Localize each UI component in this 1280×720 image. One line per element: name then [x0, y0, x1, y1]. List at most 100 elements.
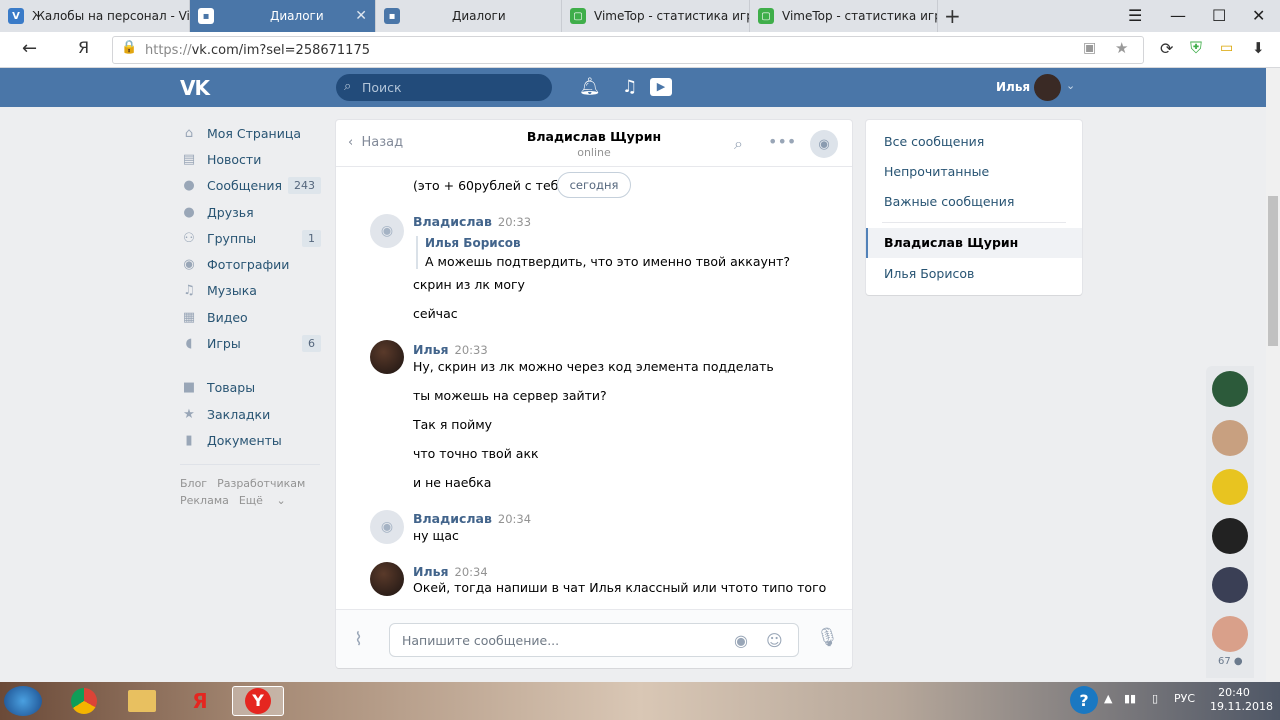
messages-icon: ●: [183, 178, 195, 194]
documents-icon: ▮: [185, 432, 193, 448]
star-icon[interactable]: ★: [1115, 39, 1128, 57]
message-author[interactable]: Владислав 20:33: [413, 214, 531, 229]
vk-header: VK ⌕ Поиск 🔔︎ ♫ ▶ Илья ⌄: [0, 68, 1266, 107]
chevron-down-icon[interactable]: ⌄: [1066, 79, 1075, 92]
close-tab-icon[interactable]: ✕: [355, 8, 367, 24]
chat-avatar[interactable]: [1212, 371, 1248, 407]
message-text: Так я пойму: [413, 417, 493, 432]
filter-all-messages[interactable]: Все сообщения: [884, 134, 984, 149]
url-field[interactable]: 🔒 https://vk.com/im?sel=258671175 ▣ ★: [112, 36, 1144, 64]
search-input[interactable]: ⌕ Поиск: [336, 74, 552, 101]
yandex-browser-icon[interactable]: Y: [232, 686, 284, 716]
scrollbar-thumb[interactable]: [1268, 196, 1278, 346]
message-text: ну щас: [413, 528, 459, 543]
day-badge[interactable]: сегодня: [557, 172, 631, 198]
vk-logo[interactable]: VK: [180, 76, 210, 100]
microphone-icon[interactable]: 🎙︎: [816, 627, 839, 648]
footer-link-blog[interactable]: Блог: [180, 477, 207, 490]
camera-icon[interactable]: ◉: [734, 631, 748, 650]
messages-count-badge: 243: [288, 177, 321, 195]
menu-item-bookmarks[interactable]: ★ Закладки: [180, 401, 325, 427]
messages-filter-panel: Все сообщения Непрочитанные Важные сообщ…: [866, 120, 1082, 295]
groups-icon: ⚇: [183, 230, 195, 246]
minimize-icon[interactable]: —: [1170, 6, 1186, 25]
tab-vimetop-1[interactable]: ▢ VimeTop - статистика игрок: [562, 0, 750, 32]
menu-item-groups[interactable]: ⚇ Группы 1: [180, 225, 325, 251]
camera-icon[interactable]: ◉: [810, 130, 838, 158]
dialog-item-selected[interactable]: Владислав Щурин: [866, 228, 1082, 258]
chats-count[interactable]: 67 ●: [1218, 656, 1243, 667]
dialog-item-ilya[interactable]: Илья Борисов: [884, 266, 974, 281]
smile-icon[interactable]: ☺: [766, 631, 783, 650]
tab-dialogs-active[interactable]: ▪ Диалоги ✕: [190, 0, 376, 32]
signal-icon[interactable]: ▮▮: [1124, 692, 1136, 705]
more-options-icon[interactable]: •••: [768, 132, 796, 151]
bell-icon[interactable]: 🔔︎: [579, 77, 601, 97]
battery-icon[interactable]: ▭: [1220, 40, 1233, 56]
friends-icon: ●: [183, 204, 195, 220]
tray-expand-icon[interactable]: ▲: [1104, 692, 1112, 705]
tab-vimetop-2[interactable]: ▢ VimeTop - статистика игрок: [750, 0, 938, 32]
attach-icon[interactable]: ⌇: [354, 629, 363, 650]
yandex-icon[interactable]: Я: [178, 686, 222, 716]
lock-icon[interactable]: ▣: [1083, 40, 1096, 56]
site-info-icon[interactable]: 🔒: [121, 40, 137, 55]
play-icon[interactable]: ▶: [650, 78, 672, 96]
menu-item-market[interactable]: ■ Товары: [180, 375, 325, 401]
chat-avatar[interactable]: [1212, 420, 1248, 456]
music-note-icon[interactable]: ♫: [622, 77, 637, 97]
message-text: что точно твой акк: [413, 446, 539, 461]
message-input[interactable]: Напишите сообщение... ◉ ☺: [389, 623, 799, 657]
menu-item-news[interactable]: ▤ Новости: [180, 146, 325, 172]
message-author[interactable]: Владислав 20:34: [413, 511, 531, 526]
search-icon[interactable]: ⌕: [734, 134, 743, 154]
menu-item-friends[interactable]: ● Друзья: [180, 199, 325, 225]
chat-avatar[interactable]: [1212, 518, 1248, 554]
menu-item-messages[interactable]: ● Сообщения 243: [180, 173, 325, 199]
divider: [882, 222, 1066, 223]
chat-avatar[interactable]: [1212, 469, 1248, 505]
footer-link-developers[interactable]: Разработчикам: [217, 477, 305, 490]
menu-item-my-page[interactable]: ⌂ Моя Страница: [180, 120, 325, 146]
close-window-icon[interactable]: ✕: [1252, 6, 1265, 25]
camera-avatar-icon[interactable]: ◉: [370, 214, 404, 248]
menu-item-video[interactable]: ▦ Видео: [180, 304, 325, 330]
home-icon: ⌂: [184, 125, 194, 141]
menu-item-games[interactable]: ◖ Игры 6: [180, 330, 325, 356]
message-author[interactable]: Илья 20:34: [413, 564, 488, 579]
games-count-badge: 6: [302, 335, 321, 353]
chat-avatar[interactable]: [1212, 567, 1248, 603]
footer-link-more[interactable]: Ещё ⌄: [239, 494, 286, 507]
sync-icon[interactable]: ⟳: [1160, 39, 1173, 58]
filter-unread[interactable]: Непрочитанные: [884, 164, 989, 179]
footer-link-ads[interactable]: Реклама: [180, 494, 229, 507]
help-icon[interactable]: ?: [1070, 686, 1098, 714]
start-button-icon[interactable]: [4, 686, 42, 716]
menu-item-documents[interactable]: ▮ Документы: [180, 427, 325, 453]
filter-important[interactable]: Важные сообщения: [884, 194, 1014, 209]
avatar[interactable]: [370, 340, 404, 374]
chat-avatar[interactable]: [1212, 616, 1248, 652]
chrome-icon[interactable]: [62, 686, 106, 716]
avatar[interactable]: [370, 562, 404, 596]
explorer-folder-icon[interactable]: [120, 686, 164, 716]
menu-item-photos[interactable]: ◉ Фотографии: [180, 251, 325, 277]
battery-icon[interactable]: ▯: [1152, 692, 1158, 705]
yandex-icon[interactable]: Я: [78, 38, 89, 57]
tab-complaints[interactable]: V Жалобы на персонал - Vim: [0, 0, 190, 32]
download-icon[interactable]: ⬇: [1252, 39, 1265, 57]
clock[interactable]: 20:40 19.11.2018: [1210, 686, 1273, 714]
avatar[interactable]: [1034, 74, 1061, 101]
language-indicator[interactable]: РУС: [1174, 692, 1195, 705]
menu-icon[interactable]: ☰: [1128, 6, 1142, 25]
tab-dialogs[interactable]: ▪ Диалоги: [376, 0, 562, 32]
new-tab-icon[interactable]: +: [944, 4, 961, 28]
menu-item-music[interactable]: ♫ Музыка: [180, 278, 325, 304]
protect-shield-icon[interactable]: ⛨: [1190, 38, 1202, 58]
maximize-icon[interactable]: ☐: [1212, 6, 1226, 25]
page-scrollbar[interactable]: [1266, 68, 1280, 682]
camera-avatar-icon[interactable]: ◉: [370, 510, 404, 544]
back-arrow-icon[interactable]: ←: [22, 38, 37, 59]
message-author[interactable]: Илья 20:33: [413, 342, 488, 357]
header-user-name[interactable]: Илья: [996, 80, 1030, 94]
